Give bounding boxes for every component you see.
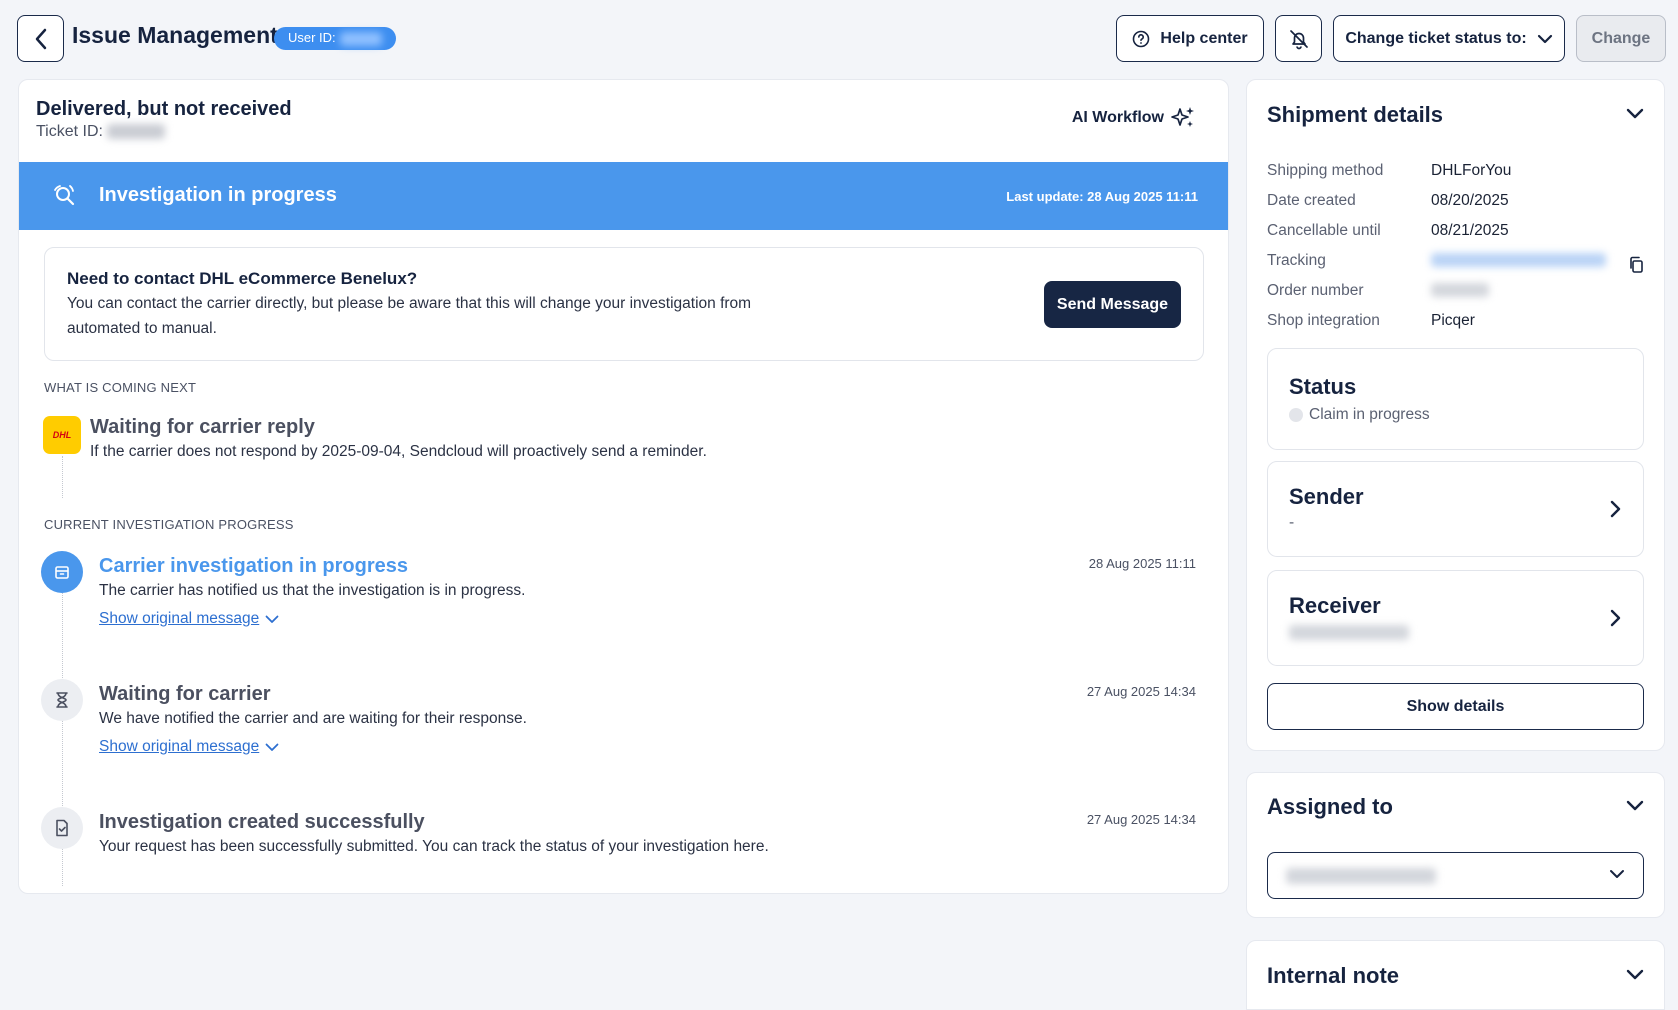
step-date: 28 Aug 2025 11:11 xyxy=(1088,556,1196,571)
step-description: We have notified the carrier and are wai… xyxy=(99,710,527,727)
step-date: 27 Aug 2025 14:34 xyxy=(1086,812,1196,827)
ticket-id: Ticket ID: xyxy=(36,123,165,141)
change-status-button[interactable]: Change xyxy=(1576,15,1666,62)
investigation-banner: Investigation in progress Last update: 2… xyxy=(19,162,1228,230)
step-title: Carrier investigation in progress xyxy=(99,555,408,577)
status-dot xyxy=(1289,407,1303,422)
chevron-right-icon xyxy=(1610,609,1621,627)
receiver-box[interactable]: Receiver xyxy=(1267,570,1644,666)
chevron-down-icon xyxy=(1537,34,1552,43)
show-original-message-label: Show original message xyxy=(99,610,260,627)
internal-note-card: Internal note xyxy=(1246,940,1665,1010)
next-section-label: WHAT IS COMING NEXT xyxy=(44,380,197,395)
step-description: Your request has been successfully submi… xyxy=(99,838,769,855)
last-update: Last update: 28 Aug 2025 11:11 xyxy=(1006,189,1198,204)
chevron-down-icon[interactable] xyxy=(1626,969,1644,981)
chevron-down-icon[interactable] xyxy=(1626,800,1644,812)
next-step-title: Waiting for carrier reply xyxy=(90,416,315,438)
user-id-redacted xyxy=(339,31,382,46)
next-step-description: If the carrier does not respond by 2025-… xyxy=(90,443,707,460)
show-original-message-link[interactable]: Show original message xyxy=(99,738,279,756)
search-refresh-icon xyxy=(54,185,75,206)
chevron-down-icon xyxy=(265,615,279,623)
ticket-title: Delivered, but not received xyxy=(36,98,292,120)
send-message-button[interactable]: Send Message xyxy=(1044,281,1181,328)
ticket-status-select[interactable]: Change ticket status to: xyxy=(1333,15,1565,62)
dhl-logo: DHL xyxy=(43,416,81,454)
ticket-id-redacted xyxy=(106,124,165,140)
receiver-redacted xyxy=(1289,625,1409,640)
step-title: Investigation created successfully xyxy=(99,811,425,833)
receiver-value xyxy=(1289,625,1409,645)
ai-workflow-label: AI Workflow xyxy=(1071,109,1164,126)
shipment-details-title: Shipment details xyxy=(1267,102,1444,127)
help-circle-icon xyxy=(1133,30,1150,47)
chevron-down-icon xyxy=(265,743,279,751)
chevron-left-icon xyxy=(35,28,46,49)
shop-integration-value: Picqer xyxy=(1431,312,1475,329)
chevron-down-icon[interactable] xyxy=(1626,108,1644,120)
assignee-select[interactable] xyxy=(1267,852,1644,899)
shop-integration-label: Shop integration xyxy=(1267,312,1380,329)
status-value-label: Claim in progress xyxy=(1309,406,1430,423)
show-details-button[interactable]: Show details xyxy=(1267,683,1644,730)
help-center-label: Help center xyxy=(1160,29,1248,47)
timeline-connector xyxy=(62,456,63,498)
ticket-card: Delivered, but not received Ticket ID: A… xyxy=(18,79,1229,894)
tracking-value[interactable] xyxy=(1431,253,1606,272)
show-original-message-link[interactable]: Show original message xyxy=(99,610,279,628)
shipping-method-value: DHLForYou xyxy=(1431,162,1512,179)
sender-value: - xyxy=(1289,514,1295,531)
date-created-label: Date created xyxy=(1267,192,1356,209)
user-id-label: User ID: xyxy=(288,30,336,45)
assignee-redacted xyxy=(1286,868,1436,884)
step-date: 27 Aug 2025 14:34 xyxy=(1086,684,1196,699)
tracking-redacted xyxy=(1431,253,1606,267)
show-original-message-label: Show original message xyxy=(99,738,260,755)
help-center-button[interactable]: Help center xyxy=(1116,15,1264,62)
hourglass-icon xyxy=(41,679,83,721)
assigned-to-title: Assigned to xyxy=(1267,794,1393,819)
contact-carrier-box: Need to contact DHL eCommerce Benelux? Y… xyxy=(44,247,1204,361)
ticket-id-label: Ticket ID: xyxy=(36,123,103,140)
order-number-label: Order number xyxy=(1267,282,1364,299)
step-description: The carrier has notified us that the inv… xyxy=(99,582,526,599)
receiver-title: Receiver xyxy=(1289,593,1381,618)
order-number-value xyxy=(1431,283,1489,302)
box-icon xyxy=(41,551,83,593)
order-number-redacted xyxy=(1431,283,1489,297)
status-value: Claim in progress xyxy=(1289,406,1430,424)
sparkles-icon xyxy=(1171,107,1194,127)
shipment-details-card: Shipment details Shipping method DHLForY… xyxy=(1246,79,1665,751)
internal-note-title: Internal note xyxy=(1267,963,1400,988)
chevron-right-icon xyxy=(1610,500,1621,518)
cancellable-until-value: 08/21/2025 xyxy=(1431,222,1509,239)
tracking-label: Tracking xyxy=(1267,252,1326,269)
contact-title: Need to contact DHL eCommerce Benelux? xyxy=(67,269,418,288)
progress-section-label: CURRENT INVESTIGATION PROGRESS xyxy=(44,517,294,532)
mute-notifications-button[interactable] xyxy=(1275,15,1322,62)
bell-off-icon xyxy=(1289,29,1308,49)
back-button[interactable] xyxy=(17,15,64,62)
timeline-connector xyxy=(62,721,63,886)
step-title: Waiting for carrier xyxy=(99,683,271,705)
date-created-value: 08/20/2025 xyxy=(1431,192,1509,209)
page-title: Issue Management xyxy=(72,22,278,48)
shipping-method-label: Shipping method xyxy=(1267,162,1384,179)
status-title: Status xyxy=(1289,374,1357,399)
banner-title: Investigation in progress xyxy=(99,184,337,206)
ai-workflow-button[interactable]: AI Workflow xyxy=(1072,105,1196,131)
chevron-down-icon xyxy=(1610,870,1624,878)
ticket-status-label: Change ticket status to: xyxy=(1345,29,1527,47)
sender-title: Sender xyxy=(1289,484,1364,509)
assigned-to-card: Assigned to xyxy=(1246,772,1665,918)
user-id-badge: User ID: xyxy=(274,27,396,50)
top-bar: Issue Management User ID: Help center Ch… xyxy=(0,0,1678,78)
sender-box[interactable]: Sender - xyxy=(1267,461,1644,557)
document-check-icon xyxy=(41,807,83,849)
status-box: Status Claim in progress xyxy=(1267,348,1644,450)
cancellable-until-label: Cancellable until xyxy=(1267,222,1381,239)
copy-icon[interactable] xyxy=(1628,256,1644,274)
contact-description: You can contact the carrier directly, bu… xyxy=(67,295,752,337)
